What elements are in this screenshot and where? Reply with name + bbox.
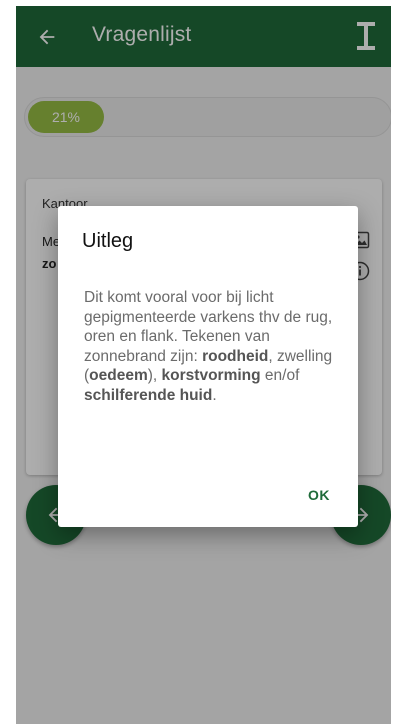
dialog-text: .	[212, 386, 217, 404]
ok-button[interactable]: OK	[306, 483, 332, 507]
dialog-body: Dit komt vooral voor bij licht gepigment…	[84, 288, 336, 405]
app-screen: Vragenlijst 21% Kantoor Me zo Uitleg Dit…	[16, 6, 391, 724]
explanation-dialog: Uitleg Dit komt vooral voor bij licht ge…	[58, 206, 358, 527]
dialog-bold-text: schilferende huid	[84, 386, 213, 404]
dialog-bold-text: korstvorming	[161, 367, 261, 384]
dialog-bold-text: oedeem	[89, 367, 148, 384]
dialog-title: Uitleg	[82, 230, 134, 252]
dialog-bold-text: roodheid	[202, 347, 269, 365]
dialog-text: en/of	[260, 367, 300, 384]
dialog-text: ),	[147, 367, 162, 384]
